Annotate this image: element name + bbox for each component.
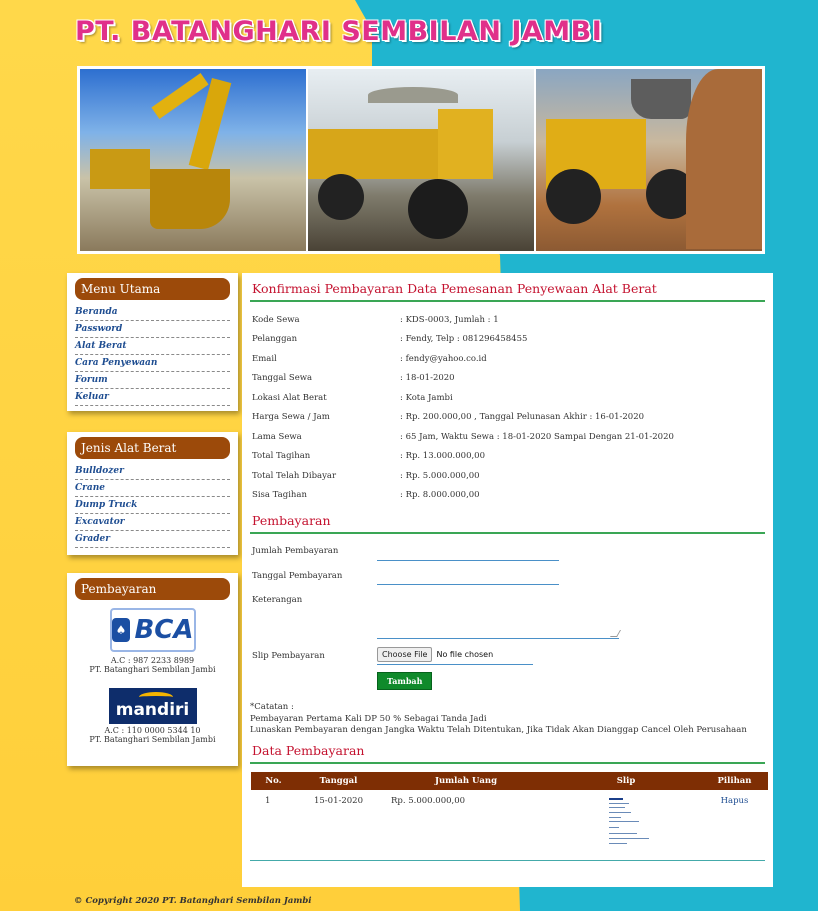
sidebar-item-dump-truck[interactable]: Dump Truck: [75, 497, 230, 514]
info-row: Pelanggan : Fendy, Telp : 081296458455: [252, 330, 674, 350]
content-divider: [250, 859, 765, 861]
sidebar-menu-utama: Menu Utama Beranda Password Alat Berat C…: [67, 273, 238, 411]
slip-file-input[interactable]: Choose File No file chosen: [377, 647, 533, 665]
banner-excavator-image: [80, 69, 306, 251]
info-label: Tanggal Sewa: [252, 373, 313, 384]
banner-dumptruck-image: [308, 69, 534, 251]
keterangan-label: Keterangan: [252, 595, 303, 605]
mandiri-wave-icon: [138, 692, 173, 702]
info-row: Total Telah Dibayar : Rp. 5.000.000,00: [252, 466, 674, 486]
jumlah-pembayaran-label: Jumlah Pembayaran: [252, 546, 339, 556]
info-label: Harga Sewa / Jam: [252, 412, 330, 423]
pembayaran-header: Pembayaran: [75, 578, 230, 600]
notes-line-2: Lunaskan Pembayaran dengan Jangka Waktu …: [250, 725, 747, 735]
slip-pembayaran-label: Slip Pembayaran: [252, 651, 325, 661]
cell-no: 1: [265, 795, 271, 806]
info-row: Sisa Tagihan : Rp. 8.000.000,00: [252, 486, 674, 506]
hapus-link[interactable]: Hapus: [701, 790, 768, 852]
sidebar-item-grader[interactable]: Grader: [75, 531, 230, 548]
table-row: 1 15-01-2020 Rp. 5.000.000,00 Hapus: [251, 790, 768, 852]
info-value: : 18-01-2020: [400, 373, 455, 384]
info-row: Lokasi Alat Berat : Kota Jambi: [252, 388, 674, 408]
info-row: Total Tagihan : Rp. 13.000.000,00: [252, 447, 674, 467]
sidebar-item-bulldozer[interactable]: Bulldozer: [75, 463, 230, 480]
mandiri-account-name: PT. Batanghari Sembilan Jambi: [89, 735, 216, 744]
info-value: : KDS-0003, Jumlah : 1: [400, 314, 499, 325]
slip-thumbnail-image[interactable]: [601, 796, 651, 851]
banner-loader-image: [536, 69, 762, 251]
notes-heading: *Catatan :: [250, 702, 294, 712]
cell-slip: [551, 790, 701, 852]
sidebar-item-alat-berat[interactable]: Alat Berat: [75, 338, 230, 355]
notes-line-1: Pembayaran Pertama Kali DP 50 % Sebagai …: [250, 713, 487, 724]
info-row: Tanggal Sewa : 18-01-2020: [252, 369, 674, 389]
col-slip: Slip: [551, 771, 701, 790]
choose-file-button[interactable]: Choose File: [377, 647, 433, 662]
payment-table: No. Tanggal Jumlah Uang Slip Pilihan 1 1…: [251, 771, 768, 852]
info-label: Kode Sewa: [252, 314, 300, 325]
info-row: Kode Sewa : KDS-0003, Jumlah : 1: [252, 310, 674, 330]
sidebar-jenis-alat: Jenis Alat Berat Bulldozer Crane Dump Tr…: [67, 432, 238, 555]
info-label: Pelanggan: [252, 334, 298, 345]
info-label: Sisa Tagihan: [252, 490, 307, 501]
tanggal-pembayaran-input[interactable]: [377, 571, 559, 585]
cell-tanggal: 15-01-2020: [313, 795, 363, 806]
copyright: © Copyright 2020 PT. Batanghari Sembilan…: [74, 896, 312, 906]
tanggal-pembayaran-label: Tanggal Pembayaran: [252, 571, 343, 581]
mandiri-account: A.C : 110 0000 5344 10: [104, 726, 201, 735]
info-label: Lama Sewa: [252, 431, 302, 442]
notes: *Catatan : Pembayaran Pertama Kali DP 50…: [250, 702, 765, 737]
cell-jumlah: Rp. 5.000.000,00: [391, 795, 466, 806]
info-row: Harga Sewa / Jam : Rp. 200.000,00 , Tangg…: [252, 408, 674, 428]
sidebar-item-cara-penyewaan[interactable]: Cara Penyewaan: [75, 355, 230, 372]
info-label: Total Tagihan: [252, 451, 311, 462]
info-label: Email: [252, 353, 277, 364]
rental-info-table: Kode Sewa : KDS-0003, Jumlah : 1 Pelanggan…: [252, 310, 674, 505]
info-value: : Rp. 200.000,00 , Tanggal Pelunasan Akh…: [400, 412, 645, 423]
info-row: Email : fendy@yahoo.co.id: [252, 349, 674, 369]
info-value: : Rp. 8.000.000,00: [400, 490, 480, 501]
sidebar-item-keluar[interactable]: Keluar: [75, 389, 230, 406]
tambah-button[interactable]: Tambah: [377, 672, 433, 690]
info-value: : Kota Jambi: [400, 392, 453, 403]
sidebar-item-beranda[interactable]: Beranda: [75, 304, 230, 321]
payment-accounts: ♠ BCA A.C : 987 2233 8989 PT. Batanghari…: [67, 608, 238, 744]
info-row: Lama Sewa : 65 Jam, Waktu Sewa : 18-01-20…: [252, 427, 674, 447]
info-value: : fendy@yahoo.co.id: [400, 353, 487, 364]
sidebar-item-password[interactable]: Password: [75, 321, 230, 338]
mandiri-logo: mandiri: [108, 688, 197, 724]
info-value: : Fendy, Telp : 081296458455: [400, 334, 528, 345]
page-title: Konfirmasi Pembayaran Data Pemesanan Pen…: [250, 281, 765, 302]
jenis-alat-header: Jenis Alat Berat: [75, 437, 230, 459]
jumlah-pembayaran-input[interactable]: [377, 547, 559, 561]
sidebar-pembayaran: Pembayaran ♠ BCA A.C : 987 2233 8989 PT.…: [67, 573, 238, 766]
payment-section-title: Pembayaran: [250, 513, 765, 534]
bca-mark-icon: ♠: [111, 618, 131, 642]
keterangan-textarea[interactable]: [377, 591, 619, 639]
info-value: : 65 Jam, Waktu Sewa : 18-01-2020 Sampai…: [400, 431, 674, 442]
header-banner: [77, 66, 765, 254]
sidebar-item-forum[interactable]: Forum: [75, 372, 230, 389]
info-value: : Rp. 5.000.000,00: [400, 470, 480, 481]
site-title: PT. BATANGHARI SEMBILAN JAMBI: [75, 16, 603, 47]
col-tanggal: Tanggal: [296, 771, 381, 790]
info-label: Total Telah Dibayar: [252, 470, 337, 481]
bca-logo: ♠ BCA: [109, 608, 196, 652]
col-jumlah-uang: Jumlah Uang: [381, 771, 551, 790]
file-status: No file chosen: [436, 650, 494, 659]
col-no: No.: [251, 771, 296, 790]
data-pembayaran-title: Data Pembayaran: [250, 743, 765, 764]
main-content: Konfirmasi Pembayaran Data Pemesanan Pen…: [242, 273, 773, 887]
sidebar-item-excavator[interactable]: Excavator: [75, 514, 230, 531]
sidebar-item-crane[interactable]: Crane: [75, 480, 230, 497]
info-label: Lokasi Alat Berat: [252, 392, 327, 403]
col-pilihan: Pilihan: [701, 771, 768, 790]
bca-account-name: PT. Batanghari Sembilan Jambi: [89, 665, 216, 674]
menu-utama-header: Menu Utama: [75, 278, 230, 300]
bca-account: A.C : 987 2233 8989: [110, 656, 195, 665]
info-value: : Rp. 13.000.000,00: [400, 451, 485, 462]
